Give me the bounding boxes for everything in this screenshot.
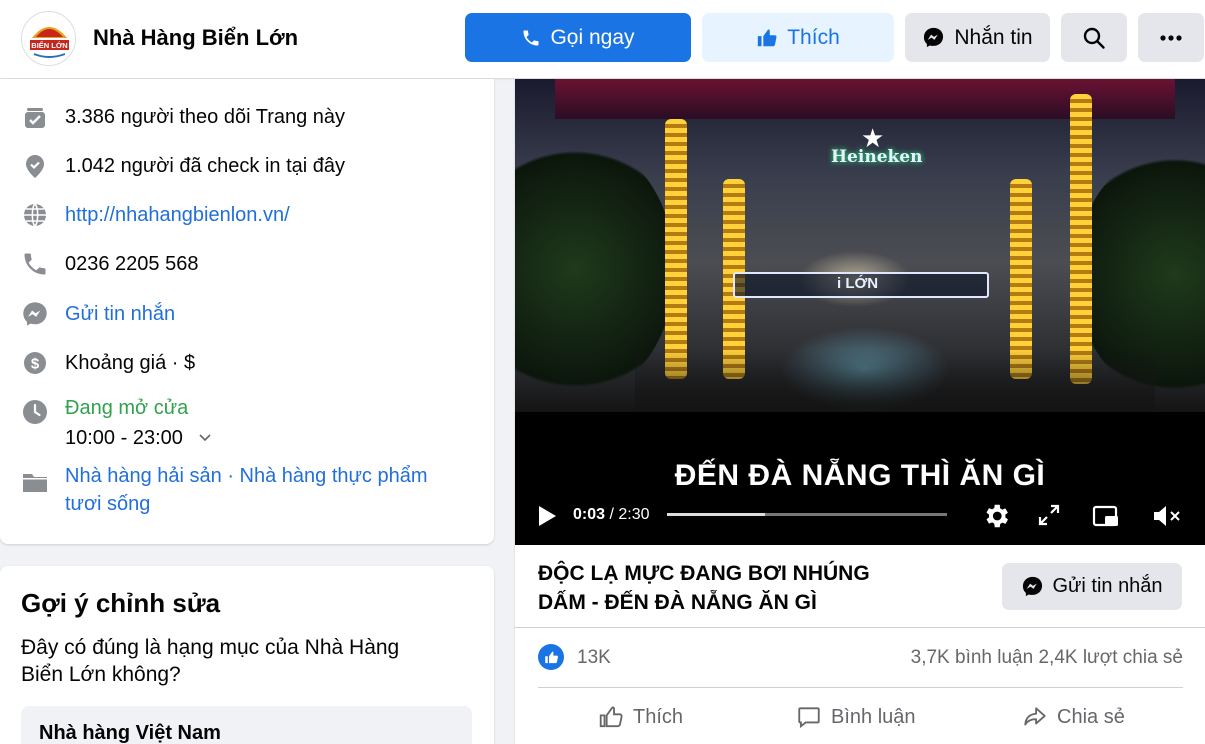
checkins-row: 1.042 người đã check in tại đây <box>21 152 345 180</box>
globe-icon <box>21 201 49 229</box>
followers-icon <box>21 103 49 131</box>
divider <box>515 627 1205 628</box>
comment-count[interactable]: 3,7K bình luận <box>911 647 1034 668</box>
engagement-counts: 3,7K bình luận 2,4K lượt chia sẻ <box>911 647 1183 669</box>
more-options-button[interactable] <box>1138 13 1204 62</box>
page-logo[interactable]: BIỂN LỚN <box>21 11 76 66</box>
suggested-category-label: Nhà hàng Việt Nam <box>39 722 221 744</box>
thumbs-up-outline-icon <box>599 706 623 728</box>
send-message-label: Gửi tin nhắn <box>1052 575 1163 597</box>
check-in-pin-icon <box>21 152 49 180</box>
comment-action-label: Bình luận <box>831 705 916 728</box>
suggest-question: Đây có đúng là hạng mục của Nhà Hàng Biể… <box>21 634 461 688</box>
hours-row: Đang mở cửa 10:00 - 23:00 <box>21 397 211 449</box>
logo-text: BIỂN LỚN <box>31 41 67 50</box>
page-header: BIỂN LỚN Nhà Hàng Biển Lớn Gọi ngay Thíc… <box>0 0 1205 78</box>
suggest-edits-card: Gợi ý chỉnh sửa Đây có đúng là hạng mục … <box>0 566 494 744</box>
category-link-line2[interactable]: tươi sống <box>65 490 150 518</box>
call-now-button[interactable]: Gọi ngay <box>465 13 691 62</box>
category-link-line1[interactable]: Nhà hàng hải sản · Nhà hàng thực phẩm <box>65 462 428 490</box>
suggested-category[interactable]: Nhà hàng Việt Nam <box>21 706 472 744</box>
settings-gear-icon[interactable] <box>981 501 1011 531</box>
progress-bar[interactable] <box>667 513 947 516</box>
post-stats: 13K 3,7K bình luận 2,4K lượt chia sẻ <box>538 641 1183 675</box>
followers-row: 3.386 người theo dõi Trang này <box>21 103 345 131</box>
video-sign-text: Heineken <box>831 147 923 167</box>
play-icon[interactable] <box>537 505 557 527</box>
video-led-sign: i LỚN <box>733 272 989 298</box>
comment-bubble-icon <box>798 707 820 729</box>
thumbs-up-icon <box>758 28 777 46</box>
video-player[interactable]: ★ Heineken i LỚN ĐẾN ĐÀ NẴNG THÌ ĂN GÌ 0… <box>515 79 1205 545</box>
duration: / 2:30 <box>609 506 650 523</box>
share-action-button[interactable]: Chia sẻ <box>1022 695 1125 739</box>
share-count[interactable]: 2,4K lượt chia sẻ <box>1038 647 1183 668</box>
page-title[interactable]: Nhà Hàng Biển Lớn <box>93 25 298 51</box>
video-frame: ★ Heineken i LỚN <box>515 79 1205 412</box>
about-card: 3.386 người theo dõi Trang này 1.042 ngư… <box>0 79 494 544</box>
price-row: $ Khoảng giá · $ <box>21 349 195 377</box>
send-message-link[interactable]: Gửi tin nhắn <box>65 300 175 328</box>
checkins-text: 1.042 người đã check in tại đây <box>65 155 346 177</box>
suggest-question-line1: Đây có đúng là hạng mục của Nhà Hàng <box>21 636 400 659</box>
video-controls: 0:03 / 2:30 <box>515 499 1205 539</box>
messenger-icon <box>924 27 944 48</box>
video-led-text: i LỚN <box>837 275 879 292</box>
svg-text:$: $ <box>31 356 40 373</box>
divider <box>538 687 1183 688</box>
hours-text[interactable]: 10:00 - 23:00 <box>65 424 183 452</box>
chevron-down-icon[interactable] <box>199 434 211 442</box>
like-page-button[interactable]: Thích <box>702 13 894 62</box>
current-time: 0:03 <box>573 506 606 523</box>
phone-number[interactable]: 0236 2205 568 <box>65 250 198 278</box>
send-message-row: Gửi tin nhắn <box>21 300 175 328</box>
message-button[interactable]: Nhắn tin <box>905 13 1050 62</box>
search-button[interactable] <box>1061 13 1127 62</box>
like-action-button[interactable]: Thích <box>598 695 683 739</box>
search-icon <box>1083 27 1105 49</box>
like-count[interactable]: 13K <box>577 647 611 669</box>
video-post-card: ★ Heineken i LỚN ĐẾN ĐÀ NẴNG THÌ ĂN GÌ 0… <box>515 79 1205 744</box>
suggest-edits-title: Gợi ý chỉnh sửa <box>21 588 221 618</box>
post-title-line2: DẤM - ĐẾN ĐÀ NẴNG ĂN GÌ <box>538 591 817 614</box>
clock-icon <box>21 398 49 426</box>
website-row: http://nhahangbienlon.vn/ <box>21 201 290 229</box>
phone-icon <box>21 250 49 278</box>
price-range-text: Khoảng giá · $ <box>65 352 196 374</box>
category-row: Nhà hàng hải sản · Nhà hàng thực phẩm tư… <box>21 465 428 515</box>
more-dots-icon <box>1160 34 1182 41</box>
muted-speaker-icon[interactable] <box>1151 501 1183 531</box>
followers-text: 3.386 người theo dõi Trang này <box>65 106 346 128</box>
phone-row: 0236 2205 568 <box>21 250 198 278</box>
share-arrow-icon <box>1024 707 1046 726</box>
open-status-text: Đang mở cửa <box>65 397 189 419</box>
comment-action-button[interactable]: Bình luận <box>796 695 916 739</box>
fullscreen-icon[interactable] <box>1037 503 1061 527</box>
post-title: ĐỘC LẠ MỰC ĐANG BƠI NHÚNG DẤM - ĐẾN ĐÀ N… <box>538 559 918 617</box>
phone-icon <box>523 30 539 45</box>
folder-icon <box>21 468 49 496</box>
video-caption: ĐẾN ĐÀ NẴNG THÌ ĂN GÌ <box>674 459 1046 492</box>
call-now-label: Gọi ngay <box>550 25 635 49</box>
like-reaction-icon[interactable] <box>538 644 564 670</box>
video-time: 0:03 / 2:30 <box>573 506 650 524</box>
picture-in-picture-icon[interactable] <box>1091 501 1121 531</box>
share-action-label: Chia sẻ <box>1057 705 1125 728</box>
message-label: Nhắn tin <box>954 25 1033 49</box>
post-title-line1: ĐỘC LẠ MỰC ĐANG BƠI NHÚNG <box>538 562 870 585</box>
messenger-icon <box>1023 576 1043 597</box>
progress-fill <box>667 513 765 516</box>
messenger-icon <box>21 300 49 328</box>
post-actions: Thích Bình luận Chia sẻ <box>538 695 1183 739</box>
website-link[interactable]: http://nhahangbienlon.vn/ <box>65 201 290 229</box>
like-page-label: Thích <box>787 25 840 49</box>
suggest-question-line2: Biển Lớn không? <box>21 663 181 686</box>
send-message-button[interactable]: Gửi tin nhắn <box>1002 563 1182 610</box>
dollar-icon: $ <box>21 349 49 377</box>
like-action-label: Thích <box>633 705 684 728</box>
